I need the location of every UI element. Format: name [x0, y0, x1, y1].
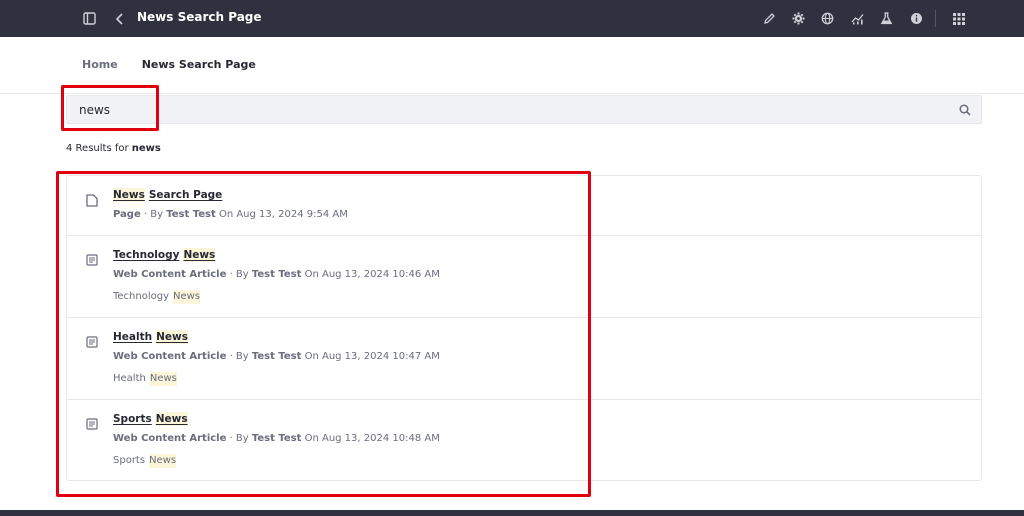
info-icon[interactable] [908, 10, 925, 27]
result-title-link[interactable]: Technology News [113, 248, 216, 262]
analytics-icon[interactable] [849, 10, 866, 27]
search-bar [66, 95, 982, 124]
search-input[interactable] [79, 101, 939, 119]
toolbar-divider [935, 10, 936, 27]
header-divider [0, 93, 1024, 94]
pencil-icon[interactable] [761, 10, 778, 27]
search-icon[interactable] [957, 102, 973, 118]
gear-icon[interactable] [790, 10, 807, 27]
control-menu: News Search Page [0, 0, 1024, 37]
result-content-snippet: Health News [113, 372, 177, 386]
result-title-link[interactable]: Sports News [113, 412, 188, 426]
result-meta: Web Content Article · By Test Test On Au… [113, 433, 440, 444]
list-item: Health News Web Content Article · By Test… [67, 318, 981, 400]
result-content-snippet: Technology News [113, 290, 201, 304]
results-count: 4 Results for news [66, 143, 161, 154]
list-item: Sports News Web Content Article · By Test… [67, 400, 981, 482]
web-content-icon [85, 417, 99, 431]
web-content-icon [85, 335, 99, 349]
result-content-snippet: Sports News [113, 454, 177, 468]
result-meta: Web Content Article · By Test Test On Au… [113, 351, 440, 362]
list-item: Technology News Web Content Article · By … [67, 236, 981, 318]
globe-icon[interactable] [819, 10, 836, 27]
page-icon [85, 193, 99, 207]
breadcrumb: Home News Search Page [82, 57, 256, 73]
result-title-link[interactable]: News Search Page [113, 188, 222, 202]
list-item: News Search Page Page · By Test Test On A… [67, 176, 981, 236]
result-meta: Web Content Article · By Test Test On Au… [113, 269, 440, 280]
chevron-left-icon[interactable] [111, 10, 128, 27]
page-title: News Search Page [137, 10, 262, 24]
bottom-bar [0, 510, 1024, 516]
result-title-link[interactable]: Health News [113, 330, 188, 344]
sidebar-toggle-icon[interactable] [81, 10, 98, 27]
flask-icon[interactable] [878, 10, 895, 27]
search-results-list: News Search Page Page · By Test Test On A… [66, 175, 982, 481]
result-meta: Page · By Test Test On Aug 13, 2024 9:54… [113, 209, 348, 220]
web-content-icon [85, 253, 99, 267]
breadcrumb-home-link[interactable]: Home [82, 57, 118, 73]
breadcrumb-current: News Search Page [141, 58, 256, 71]
apps-grid-icon[interactable] [950, 10, 967, 27]
